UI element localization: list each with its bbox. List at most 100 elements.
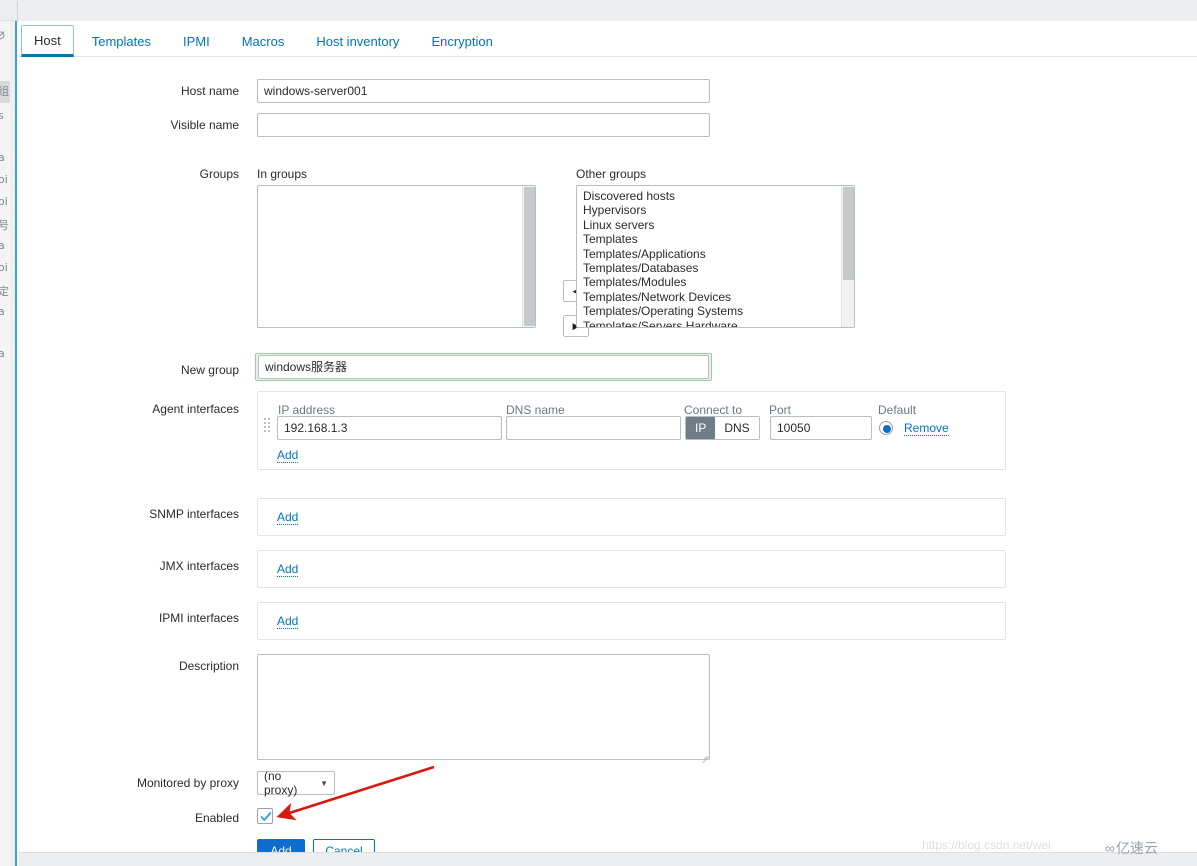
jmx-interfaces-add-link[interactable]: Add [277,562,299,577]
field-row-snmp-interfaces: SNMP interfaces Add [19,498,1119,536]
sidebar-scrollbar[interactable] [10,21,15,866]
page-content: Host Templates IPMI Macros Host inventory Enc… [19,21,1197,866]
tab-label: IPMI [182,33,210,49]
checkmark-icon [260,812,272,821]
ipmi-interfaces-add-link[interactable]: Add [277,614,299,629]
sidebar-fragment: oi [0,173,8,186]
other-group-option[interactable]: Templates/Network Devices [577,290,840,304]
monitored-by-proxy-label: Monitored by proxy [136,776,239,790]
tab-host-inventory[interactable]: Host inventory [304,25,411,57]
agent-interfaces-label: Agent interfaces [152,402,239,416]
interface-default-radio[interactable] [879,421,893,435]
other-groups-scroll-thumb[interactable] [843,187,854,280]
other-group-option[interactable]: Templates [577,232,840,246]
ipmi-interfaces-label: IPMI interfaces [158,611,239,625]
field-row-jmx-interfaces: JMX interfaces Add [19,550,1119,588]
other-groups-scrollbar[interactable] [841,186,854,327]
field-row-agent-interfaces: Agent interfaces IP address DNS name Con… [19,391,1119,470]
tab-ipmi[interactable]: IPMI [171,25,222,57]
monitored-by-proxy-select[interactable]: (no proxy) ▼ [257,769,335,797]
other-group-option[interactable]: Discovered hosts [577,189,840,203]
watermark-brand: ∞ 亿速云 [1105,838,1158,858]
other-group-option[interactable]: Templates/Servers Hardware [577,319,840,327]
tab-label: Templates [91,33,151,49]
agent-interfaces-add-link[interactable]: Add [277,448,299,463]
enabled-checkbox[interactable] [257,808,273,824]
other-group-option[interactable]: Templates/Operating Systems [577,304,840,318]
groups-label: Groups [199,167,239,181]
other-group-option[interactable]: Templates/Databases [577,261,840,275]
tab-label: Macros [241,33,285,49]
agent-header-connect-to: Connect to [684,403,743,417]
tab-templates[interactable]: Templates [80,25,163,57]
interface-port-input[interactable] [770,416,872,440]
tab-label: Host [34,32,61,48]
new-group-input[interactable] [258,355,709,379]
ipmi-interfaces-panel: Add [257,602,1006,640]
interface-drag-handle[interactable] [264,418,272,434]
monitored-by-proxy-value: (no proxy) [264,769,298,797]
brand-text: 亿速云 [1115,841,1158,857]
host-name-input[interactable] [257,79,710,103]
other-groups-label: Other groups [576,167,647,181]
interface-remove-link[interactable]: Remove [904,421,949,436]
sidebar-fragment: a [0,239,15,252]
new-group-label: New group [180,363,239,377]
connect-to-option-ip[interactable]: IP [686,417,716,439]
in-groups-scrollbar[interactable] [522,186,535,327]
sidebar-fragment: 定 [0,283,15,299]
sidebar-fragment: a [0,151,15,164]
tab-encryption[interactable]: Encryption [419,25,504,57]
interface-ip-input[interactable] [277,416,502,440]
tab-host[interactable]: Host [21,25,74,57]
brand-mark-icon: ∞ [1105,840,1115,856]
other-group-option[interactable]: Templates/Applications [577,247,840,261]
browser-bottom-strip [19,852,1197,866]
sidebar-fragment: a [0,305,15,318]
tab-bar: Host Templates IPMI Macros Host inventory Enc… [19,25,1197,57]
in-groups-listbox[interactable] [257,185,536,328]
agent-header-dns: DNS name [506,403,565,417]
interface-dns-input[interactable] [506,416,681,440]
tab-label: Encryption [431,33,493,49]
other-group-option[interactable]: Templates/Modules [577,275,840,289]
sidebar-fragment: 号 [0,217,15,233]
chevron-down-icon: ▼ [320,778,328,788]
jmx-interfaces-panel: Add [257,550,1006,588]
connect-to-option-dns[interactable]: DNS [715,417,759,439]
tab-macros[interactable]: Macros [230,25,297,57]
snmp-interfaces-label: SNMP interfaces [149,507,239,521]
enabled-label: Enabled [194,811,239,825]
other-group-option[interactable]: Hypervisors [577,203,840,217]
jmx-interfaces-label: JMX interfaces [159,559,239,573]
in-groups-scroll-thumb[interactable] [524,187,535,326]
tab-label: Host inventory [316,33,400,49]
browser-top-bar [0,0,1197,21]
visible-name-input[interactable] [257,113,710,137]
sidebar-fragment: a [0,347,15,360]
field-row-ipmi-interfaces: IPMI interfaces Add [19,602,1119,640]
snmp-interfaces-add-link[interactable]: Add [277,510,299,525]
agent-header-ip: IP address [278,403,336,417]
in-groups-label: In groups [257,167,308,181]
sidebar-fragment: oi [0,195,8,208]
sidebar-fragment: oi [0,261,8,274]
interface-connect-to-toggle[interactable]: IP DNS [685,416,760,440]
snmp-interfaces-panel: Add [257,498,1006,536]
description-label: Description [178,659,239,673]
clipped-left-sidebar[interactable]: ⌀ 组saoioi号aoi定aa [0,21,17,866]
agent-header-default: Default [878,403,917,417]
browser-top-bar-inner [17,1,1197,21]
other-groups-options[interactable]: Discovered hosts Hypervisors Linux servers… [577,189,840,327]
visible-name-label: Visible name [170,118,239,132]
sidebar-fragment: s [0,109,15,122]
sidebar-fragment: 组 [0,83,15,99]
host-name-label: Host name [180,84,239,98]
other-group-option[interactable]: Linux servers [577,218,840,232]
agent-interfaces-panel: IP address DNS name Connect to Port Defa… [257,391,1006,470]
watermark-url: https://blog.csdn.net/wei [922,838,1051,852]
sidebar-logo-icon: ⌀ [0,25,5,43]
description-textarea[interactable] [257,654,710,760]
agent-header-port: Port [769,403,792,417]
other-groups-listbox[interactable]: Discovered hosts Hypervisors Linux servers… [576,185,855,328]
